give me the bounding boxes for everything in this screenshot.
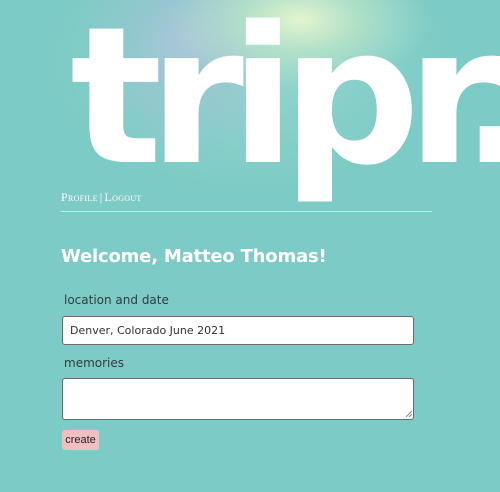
app-logo: tripr.: [70, 0, 500, 207]
top-nav: Profile | Logout: [61, 190, 142, 205]
memories-textarea[interactable]: [62, 378, 414, 420]
location-date-label: location and date: [64, 293, 169, 307]
create-button[interactable]: create: [62, 430, 99, 450]
location-date-input[interactable]: [62, 316, 414, 345]
header-divider: [61, 211, 432, 212]
welcome-heading: Welcome, Matteo Thomas!: [61, 246, 327, 267]
logout-link[interactable]: Logout: [104, 190, 141, 204]
profile-link[interactable]: Profile: [61, 190, 98, 204]
nav-separator: |: [99, 190, 103, 204]
memories-label: memories: [64, 356, 125, 370]
resize-grip-icon[interactable]: [405, 410, 412, 417]
